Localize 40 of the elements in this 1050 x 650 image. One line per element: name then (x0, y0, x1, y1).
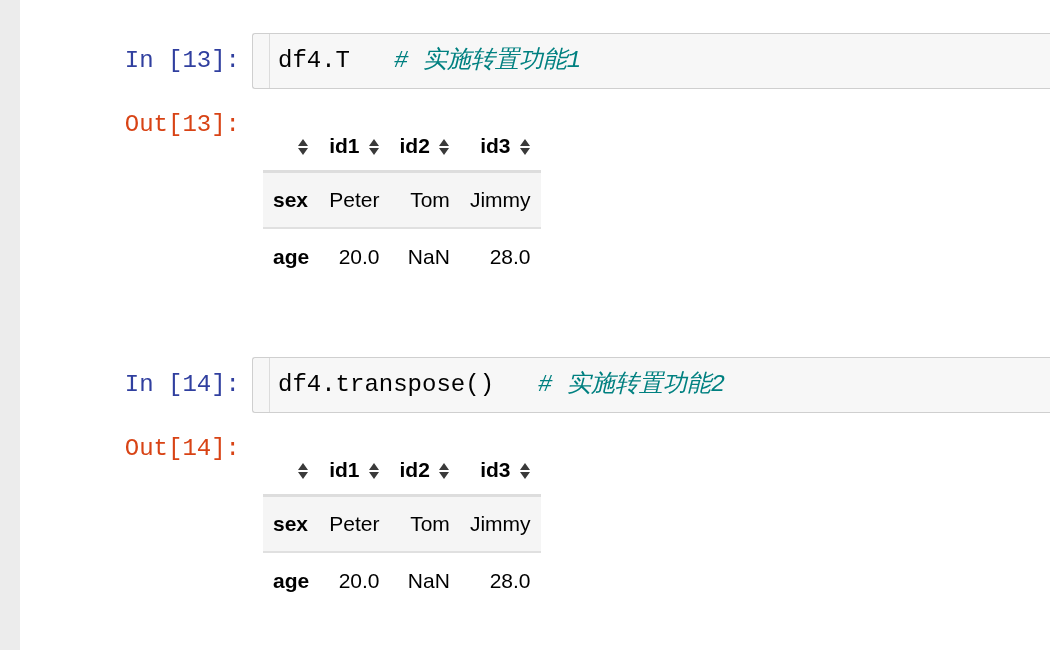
sort-icon[interactable] (367, 137, 380, 156)
table-cell: Peter (319, 495, 390, 552)
column-header: id3 (480, 457, 511, 481)
sort-icon[interactable] (518, 137, 531, 156)
input-prompt: In [14]: (124, 370, 240, 400)
row-header: age (263, 552, 320, 609)
sort-icon[interactable] (437, 461, 450, 480)
column-header: id3 (480, 133, 511, 157)
column-header: id2 (399, 133, 430, 157)
code-input-field[interactable]: df4.T # 实施转置功能1 (252, 33, 1050, 89)
code-text: df4.transpose() (278, 370, 495, 400)
code-input-field[interactable]: df4.transpose() # 实施转置功能2 (252, 357, 1050, 413)
code-comment: # 实施转置功能1 (394, 46, 582, 76)
table-cell: Tom (389, 495, 460, 552)
table-cell: 28.0 (459, 228, 541, 285)
table-cell: Tom (389, 171, 460, 228)
row-header: sex (263, 171, 320, 228)
table-cell: Peter (319, 171, 390, 228)
sort-icon[interactable] (297, 461, 310, 480)
column-header: id1 (329, 133, 360, 157)
table-cell: 28.0 (459, 552, 541, 609)
sort-icon[interactable] (437, 137, 450, 156)
row-header: sex (263, 495, 320, 552)
output-prompt: Out[13]: (124, 110, 240, 140)
sort-icon[interactable] (297, 137, 310, 156)
table-cell: NaN (389, 552, 460, 609)
table-cell: Jimmy (459, 495, 541, 552)
output-prompt: Out[14]: (124, 434, 240, 464)
sort-icon[interactable] (367, 461, 380, 480)
row-header: age (263, 228, 320, 285)
table-cell: 20.0 (319, 552, 390, 609)
column-header: id1 (329, 457, 360, 481)
code-text: df4.T (278, 46, 350, 76)
code-comment: # 实施转置功能2 (538, 370, 726, 400)
table-cell: Jimmy (459, 171, 541, 228)
table-cell: NaN (389, 228, 460, 285)
table-cell: 20.0 (319, 228, 390, 285)
column-header: id2 (399, 457, 430, 481)
input-prompt: In [13]: (124, 46, 240, 76)
sort-icon[interactable] (518, 461, 531, 480)
